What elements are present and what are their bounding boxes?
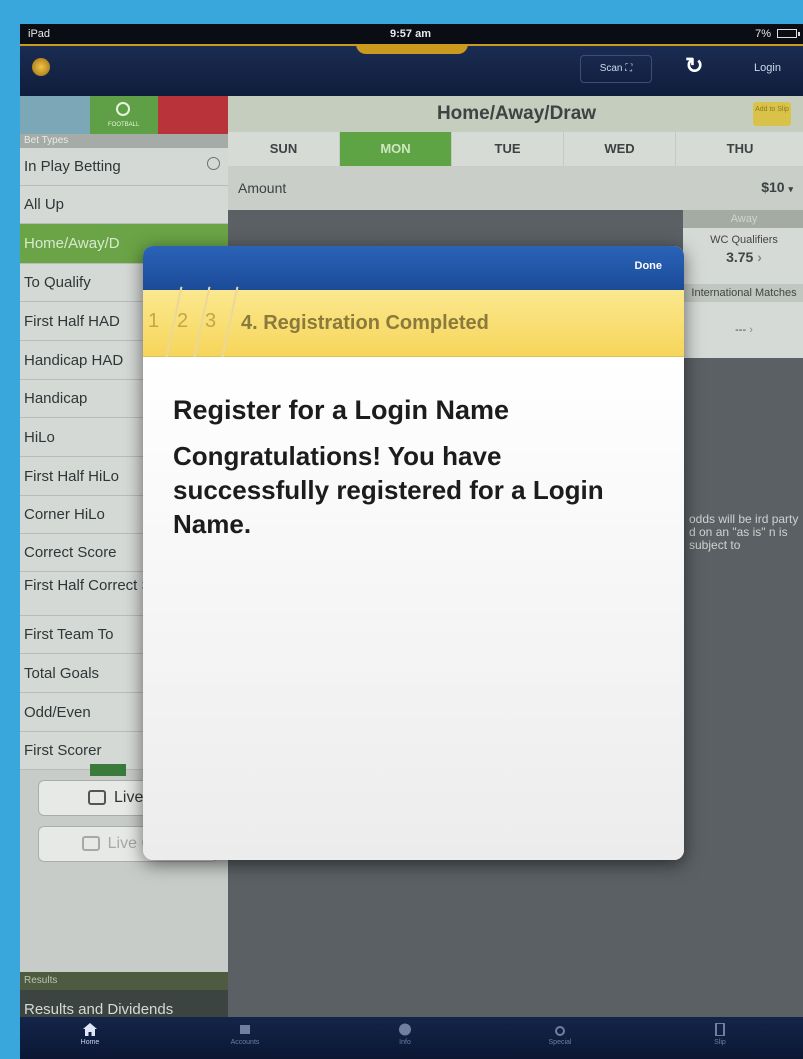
tab-slip[interactable]: Slip <box>690 1023 750 1046</box>
amount-label: Amount <box>238 180 287 196</box>
odds-header: Away <box>683 210 803 228</box>
clock-icon <box>207 157 220 170</box>
scan-icon: ⛶ <box>625 63 633 74</box>
odds-cell-wc[interactable]: WC Qualifiers 3.75 › <box>683 228 803 284</box>
special-icon <box>555 1026 565 1036</box>
odds-group-header: International Matches <box>683 284 803 302</box>
step-3: 3 <box>205 310 217 332</box>
chevron-down-icon: ▾ <box>788 184 793 194</box>
results-header: Results <box>20 972 228 990</box>
status-time: 9:57 am <box>390 28 431 40</box>
tab-info[interactable]: Info <box>375 1023 435 1046</box>
step-1: 1 <box>148 310 160 332</box>
accounts-icon <box>240 1025 250 1034</box>
tab-tue[interactable]: TUE <box>452 132 564 166</box>
sport-tab-marksix[interactable] <box>158 96 228 134</box>
home-icon <box>83 1023 97 1036</box>
logo-icon <box>32 58 50 76</box>
bet-types-header: Bet Types <box>20 134 228 148</box>
registration-steps: 1 2 3 4. Registration Completed <box>143 286 684 358</box>
tab-wed[interactable]: WED <box>564 132 676 166</box>
dialog-toolbar: Done <box>143 246 684 290</box>
chevron-right-icon: › <box>757 249 762 265</box>
step-2: 2 <box>177 310 189 332</box>
sidebar-item-all-up[interactable]: All Up <box>20 186 228 224</box>
done-button[interactable]: Done <box>635 260 663 272</box>
tab-accounts[interactable]: Accounts <box>215 1023 275 1046</box>
scan-button[interactable]: Scan ⛶ <box>580 55 652 83</box>
disclaimer-text: odds will be ird party d on an "as is" n… <box>689 512 799 552</box>
battery-percent: 7% <box>755 28 771 40</box>
refresh-icon[interactable]: ↻ <box>685 53 703 79</box>
slip-icon <box>715 1023 725 1036</box>
carrier-label: iPad <box>28 28 51 40</box>
tab-special[interactable]: Special <box>530 1023 590 1046</box>
registration-dialog: Done 1 2 3 4. Registration Completed Reg… <box>143 246 684 860</box>
odds-cell-international[interactable]: --- › <box>683 302 803 358</box>
step-divider <box>221 286 239 358</box>
bottom-tab-bar: Home Accounts Info Special Slip <box>20 1017 803 1059</box>
day-tabs: SUN MON TUE WED THU <box>228 132 803 166</box>
pull-tab[interactable] <box>356 44 468 54</box>
football-icon <box>116 102 130 116</box>
sport-tabs: FOOTBALL <box>20 96 228 134</box>
info-icon <box>399 1023 411 1036</box>
sidebar-item-in-play[interactable]: In Play Betting <box>20 148 228 186</box>
tv-icon <box>88 790 107 806</box>
chevron-right-icon: › <box>749 324 753 336</box>
amount-row[interactable]: Amount $10 ▾ <box>228 166 803 210</box>
sport-tab-football[interactable]: FOOTBALL <box>90 96 158 134</box>
status-bar: iPad 9:57 am 7% <box>20 24 803 44</box>
tab-thu[interactable]: THU <box>676 132 803 166</box>
success-message: Congratulations! You have successfully r… <box>173 441 604 539</box>
tab-sun[interactable]: SUN <box>228 132 340 166</box>
sport-tab-racing[interactable] <box>20 96 90 134</box>
tab-mon[interactable]: MON <box>340 132 452 166</box>
dialog-body: Register for a Login Name Congratulation… <box>143 357 684 860</box>
tab-home[interactable]: Home <box>60 1023 120 1046</box>
add-to-slip-button[interactable]: Add to Slip <box>753 102 791 126</box>
dialog-heading: Register for a Login Name <box>173 395 510 425</box>
login-button[interactable]: Login <box>740 55 795 81</box>
battery-icon <box>777 29 800 38</box>
live-cast-icon <box>81 836 100 852</box>
live-badge <box>90 764 126 776</box>
current-step-title: 4. Registration Completed <box>241 312 489 334</box>
amount-value: $10 ▾ <box>761 179 793 195</box>
page-title: Home/Away/Draw <box>228 96 803 132</box>
